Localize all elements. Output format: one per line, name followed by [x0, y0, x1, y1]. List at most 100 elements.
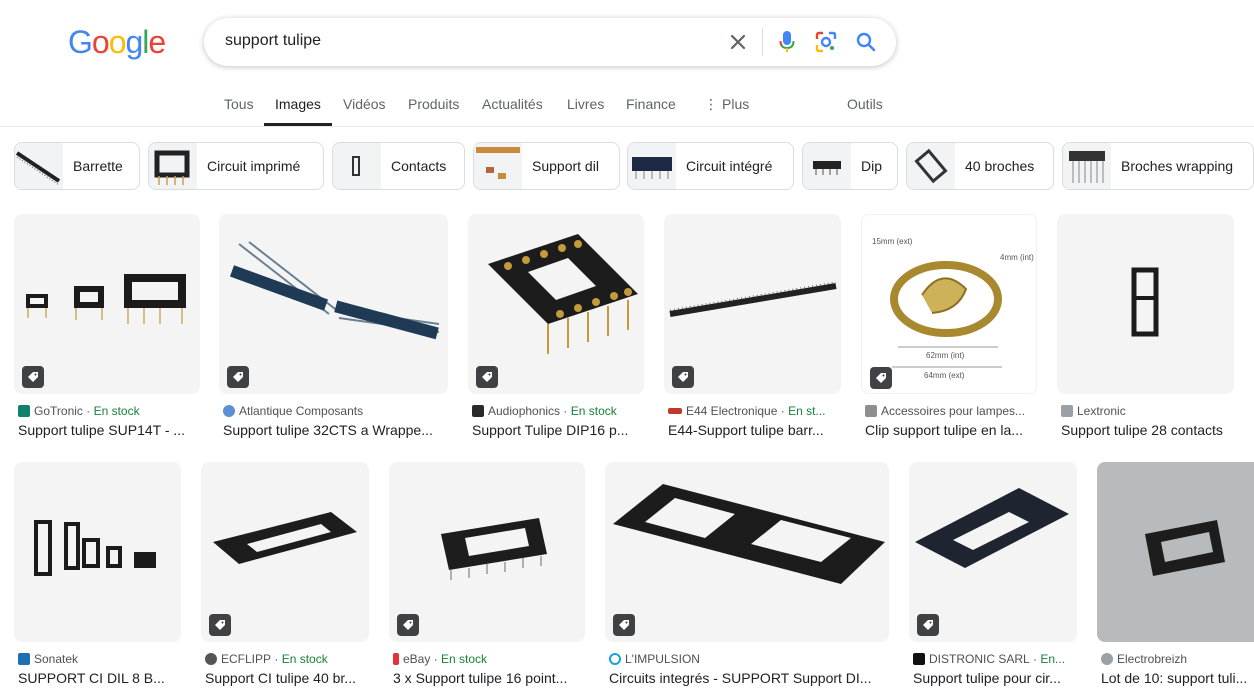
- microphone-icon[interactable]: [775, 30, 799, 54]
- chip-thumbnail: [149, 143, 197, 189]
- result-source: ECFLIPP · En stock: [205, 652, 367, 666]
- source-name: E44 Electronique: [686, 404, 778, 418]
- image-result[interactable]: Lextronic Support tulipe 28 contacts: [1057, 214, 1234, 440]
- chip-thumbnail: [803, 143, 851, 189]
- result-title[interactable]: Support Tulipe DIP16 p...: [472, 422, 642, 438]
- tab-tous[interactable]: Tous: [224, 96, 254, 126]
- tab-produits[interactable]: Produits: [408, 96, 459, 126]
- tab-livres[interactable]: Livres: [567, 96, 604, 126]
- result-title[interactable]: Support tulipe pour cir...: [913, 670, 1075, 686]
- dimension-label: 4mm (int): [1000, 253, 1034, 262]
- clear-icon[interactable]: [726, 30, 750, 54]
- search-icon[interactable]: [854, 30, 878, 54]
- search-input[interactable]: support tulipe: [225, 32, 321, 50]
- result-title[interactable]: SUPPORT CI DIL 8 B...: [18, 670, 178, 686]
- result-title[interactable]: Clip support tulipe en la...: [865, 422, 1035, 438]
- chip-thumbnail: [15, 143, 63, 189]
- result-source: Sonatek: [18, 652, 178, 666]
- favicon-icon: [393, 653, 399, 665]
- google-logo[interactable]: Google: [68, 26, 166, 58]
- stock-status: En stock: [93, 404, 140, 418]
- result-image[interactable]: [909, 462, 1077, 642]
- favicon-icon: [223, 405, 235, 417]
- result-title[interactable]: Circuits integrés - SUPPORT Support DI..…: [609, 670, 887, 686]
- image-result[interactable]: Atlantique Composants Support tulipe 32C…: [219, 214, 448, 440]
- image-result[interactable]: GoTronic · En stock Support tulipe SUP14…: [14, 214, 200, 440]
- chip-broches-wrapping[interactable]: Broches wrapping: [1062, 142, 1254, 190]
- tab-plus[interactable]: ⋮ Plus: [704, 96, 749, 126]
- chip-thumbnail: [907, 143, 955, 189]
- result-source: Lextronic: [1061, 404, 1231, 418]
- shopping-tag-icon: [22, 366, 44, 388]
- source-name: L'IMPULSION: [625, 652, 700, 666]
- result-source: eBay · En stock: [393, 652, 583, 666]
- result-image[interactable]: [14, 214, 200, 394]
- chip-label: Dip: [861, 158, 883, 174]
- result-title[interactable]: Support tulipe 32CTS a Wrappe...: [223, 422, 445, 438]
- image-result[interactable]: Audiophonics · En stock Support Tulipe D…: [468, 214, 644, 440]
- result-image[interactable]: [389, 462, 585, 642]
- chip-thumbnail: [474, 143, 522, 189]
- result-source: Accessoires pour lampes...: [865, 404, 1035, 418]
- stock-status: En...: [1040, 652, 1066, 666]
- chip-label: Broches wrapping: [1121, 158, 1234, 174]
- result-title[interactable]: Support tulipe SUP14T - ...: [18, 422, 198, 438]
- result-source: Audiophonics · En stock: [472, 404, 642, 418]
- chip-label: Support dil: [532, 158, 599, 174]
- favicon-icon: [1061, 405, 1073, 417]
- source-name: Atlantique Composants: [239, 404, 364, 418]
- result-image[interactable]: [14, 462, 181, 642]
- shopping-tag-icon: [613, 614, 635, 636]
- result-title[interactable]: Lot de 10: support tuli...: [1101, 670, 1254, 686]
- result-source: Atlantique Composants: [223, 404, 445, 418]
- shopping-tag-icon: [227, 366, 249, 388]
- chip-support-dil[interactable]: Support dil: [473, 142, 620, 190]
- result-source: Electrobreizh: [1101, 652, 1254, 666]
- chip-40-broches[interactable]: 40 broches: [906, 142, 1054, 190]
- result-title[interactable]: 3 x Support tulipe 16 point...: [393, 670, 583, 686]
- image-result[interactable]: L'IMPULSION Circuits integrés - SUPPORT …: [605, 462, 889, 688]
- lens-icon[interactable]: [814, 30, 838, 54]
- result-source: L'IMPULSION: [609, 652, 887, 666]
- dimension-label: 62mm (int): [926, 351, 965, 360]
- favicon-icon: [668, 408, 682, 414]
- image-result[interactable]: DISTRONIC SARL · En... Support tulipe po…: [909, 462, 1077, 688]
- tab-images[interactable]: Images: [264, 96, 332, 126]
- image-result[interactable]: Sonatek SUPPORT CI DIL 8 B...: [14, 462, 181, 688]
- search-separator: [762, 28, 763, 56]
- stock-status: En st...: [788, 404, 826, 418]
- source-name: Lextronic: [1077, 404, 1126, 418]
- favicon-icon: [18, 405, 30, 417]
- result-image[interactable]: [468, 214, 644, 394]
- chip-contacts[interactable]: Contacts: [332, 142, 465, 190]
- search-box[interactable]: support tulipe: [204, 18, 896, 66]
- chip-dip[interactable]: Dip: [802, 142, 898, 190]
- result-image[interactable]: [605, 462, 889, 642]
- image-result[interactable]: ECFLIPP · En stock Support CI tulipe 40 …: [201, 462, 369, 688]
- source-name: ECFLIPP: [221, 652, 272, 666]
- shopping-tag-icon: [397, 614, 419, 636]
- image-result[interactable]: eBay · En stock 3 x Support tulipe 16 po…: [389, 462, 585, 688]
- image-result[interactable]: 15mm (ext) 4mm (int) 62mm (int) 64mm (ex…: [861, 214, 1037, 440]
- result-title[interactable]: Support CI tulipe 40 br...: [205, 670, 367, 686]
- result-title[interactable]: E44-Support tulipe barr...: [668, 422, 838, 438]
- image-result[interactable]: Electrobreizh Lot de 10: support tuli...: [1097, 462, 1254, 688]
- result-title[interactable]: Support tulipe 28 contacts: [1061, 422, 1237, 438]
- image-result[interactable]: E44 Electronique · En st... E44-Support …: [664, 214, 841, 440]
- tab-actualites[interactable]: Actualités: [482, 96, 543, 126]
- result-image[interactable]: [201, 462, 369, 642]
- chip-label: Contacts: [391, 158, 447, 174]
- result-image[interactable]: [219, 214, 448, 394]
- result-image[interactable]: [1057, 214, 1234, 394]
- result-image[interactable]: 15mm (ext) 4mm (int) 62mm (int) 64mm (ex…: [861, 214, 1037, 394]
- result-image[interactable]: [1097, 462, 1254, 642]
- result-image[interactable]: [664, 214, 841, 394]
- chip-circuit-integre[interactable]: Circuit intégré: [627, 142, 794, 190]
- tab-outils[interactable]: Outils: [847, 96, 883, 126]
- source-name: Accessoires pour lampes...: [881, 404, 1026, 418]
- tab-videos[interactable]: Vidéos: [343, 96, 386, 126]
- tab-finance[interactable]: Finance: [626, 96, 676, 126]
- chip-barrette[interactable]: Barrette: [14, 142, 140, 190]
- chip-circuit-imprime[interactable]: Circuit imprimé: [148, 142, 324, 190]
- stock-status: En stock: [570, 404, 617, 418]
